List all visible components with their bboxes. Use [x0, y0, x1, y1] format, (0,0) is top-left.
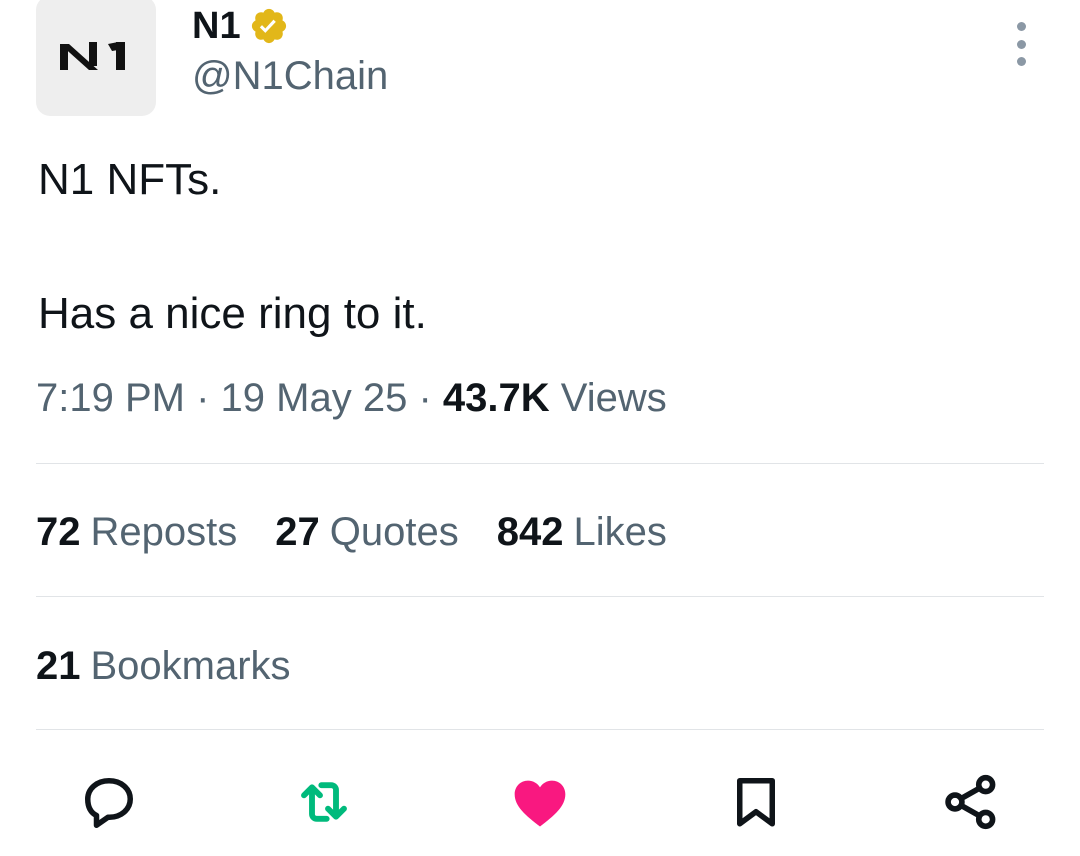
- n1-logo-icon: [60, 42, 125, 70]
- tweet-date[interactable]: 19 May 25: [221, 376, 408, 420]
- reposts-count: 72: [36, 510, 81, 554]
- author-handle[interactable]: @N1Chain: [192, 54, 388, 99]
- tweet-time[interactable]: 7:19 PM: [36, 376, 185, 420]
- more-dot: [1016, 22, 1026, 31]
- tweet-header: N1 @N1Chain: [36, 0, 1044, 116]
- reply-icon[interactable]: [77, 770, 141, 834]
- share-icon[interactable]: [939, 770, 1003, 834]
- tweet-text: N1 NFTs. Has a nice ring to it.: [38, 152, 427, 342]
- quotes-label: Quotes: [329, 510, 459, 554]
- likes-count: 842: [496, 510, 564, 554]
- display-name[interactable]: N1: [192, 7, 241, 45]
- verified-badge-icon[interactable]: [249, 6, 289, 46]
- quotes-count: 27: [275, 510, 320, 554]
- quotes-stat[interactable]: 27 Quotes: [275, 510, 458, 555]
- bookmark-icon[interactable]: [724, 770, 788, 834]
- more-dot: [1016, 39, 1026, 49]
- bookmarks-count: 21: [36, 644, 81, 688]
- more-options-icon[interactable]: [1006, 22, 1036, 66]
- bookmarks-stat[interactable]: 21 Bookmarks: [36, 644, 291, 689]
- repost-icon[interactable]: [292, 770, 356, 834]
- views-label[interactable]: Views: [561, 376, 667, 420]
- bookmarks-label: Bookmarks: [90, 644, 291, 688]
- divider: [36, 596, 1044, 597]
- meta-separator: ·: [418, 376, 432, 420]
- display-name-row: N1: [192, 0, 388, 52]
- like-icon[interactable]: [508, 770, 572, 834]
- author-names: N1 @N1Chain: [192, 0, 388, 99]
- tweet-text-line: Has a nice ring to it.: [38, 289, 427, 338]
- reposts-label: Reposts: [90, 510, 238, 554]
- avatar[interactable]: [36, 0, 156, 116]
- more-dot: [1016, 57, 1026, 66]
- tweet-text-line: N1 NFTs.: [38, 155, 222, 204]
- action-bar: [0, 760, 1080, 840]
- reposts-stat[interactable]: 72 Reposts: [36, 510, 237, 555]
- meta-separator: ·: [196, 376, 210, 420]
- views-count[interactable]: 43.7K: [443, 376, 550, 420]
- tweet-meta: 7:19 PM · 19 May 25 · 43.7K Views: [36, 376, 667, 421]
- divider: [36, 463, 1044, 464]
- likes-stat[interactable]: 842 Likes: [497, 510, 667, 555]
- likes-label: Likes: [573, 510, 667, 554]
- engagement-stats: 72 Reposts 27 Quotes 842 Likes: [36, 510, 705, 555]
- divider: [36, 729, 1044, 730]
